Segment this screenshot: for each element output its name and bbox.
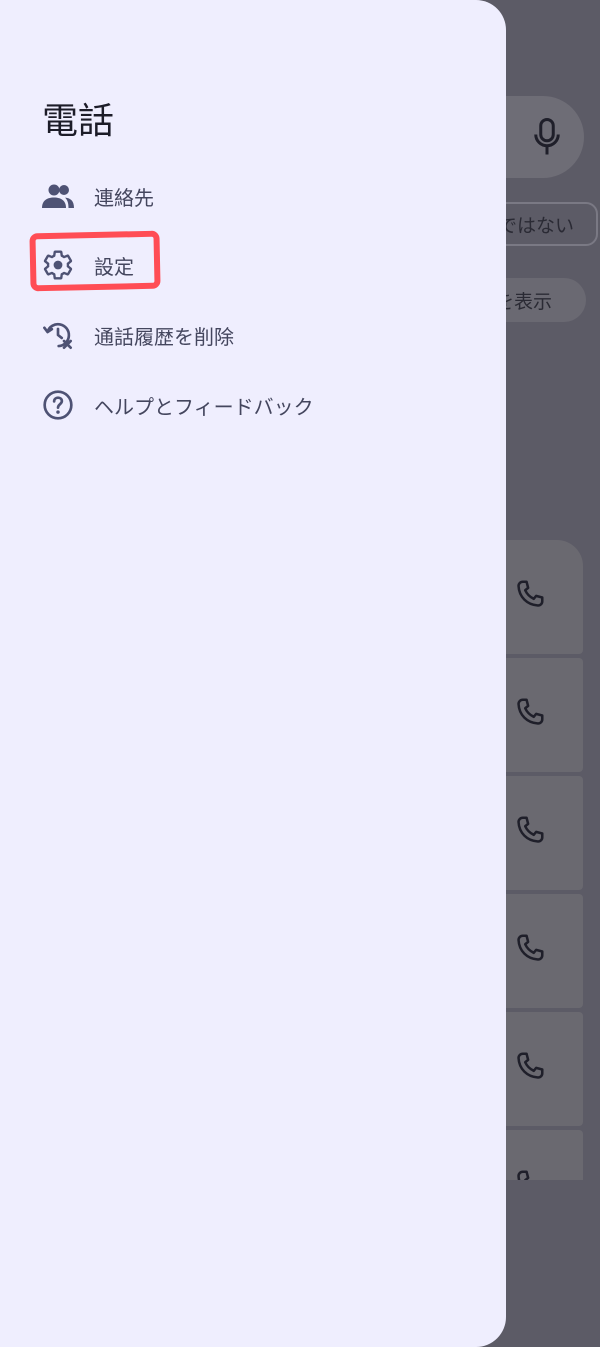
mic-icon[interactable] xyxy=(532,118,562,156)
phone-icon[interactable] xyxy=(514,1168,546,1180)
phone-icon[interactable] xyxy=(514,696,546,728)
drawer-item-settings[interactable]: 設定 xyxy=(26,235,482,295)
phone-icon[interactable] xyxy=(514,578,546,610)
screen: ではない を表示 電話 連絡先 設定 通話履歴を削除 ヘルプとフィードバック xyxy=(0,0,600,1347)
drawer-item-label: 連絡先 xyxy=(94,185,154,210)
drawer-item-help-feedback[interactable]: ヘルプとフィードバック xyxy=(26,375,482,435)
clear-history-icon xyxy=(40,317,76,353)
phone-icon[interactable] xyxy=(514,932,546,964)
drawer-title: 電話 xyxy=(42,101,115,142)
navigation-drawer: 電話 連絡先 設定 通話履歴を削除 ヘルプとフィードバック xyxy=(0,0,506,1347)
filter-chip-outline-label: ではない xyxy=(497,214,574,237)
contacts-icon xyxy=(40,178,76,214)
phone-icon[interactable] xyxy=(514,1050,546,1082)
drawer-item-label: 通話履歴を削除 xyxy=(94,324,234,349)
drawer-item-clear-call-history[interactable]: 通話履歴を削除 xyxy=(26,305,482,365)
drawer-item-label: ヘルプとフィードバック xyxy=(94,394,314,419)
drawer-item-contacts[interactable]: 連絡先 xyxy=(26,166,482,226)
help-icon xyxy=(40,387,76,423)
phone-icon[interactable] xyxy=(514,814,546,846)
drawer-item-label: 設定 xyxy=(94,254,134,279)
gear-icon xyxy=(40,247,76,283)
